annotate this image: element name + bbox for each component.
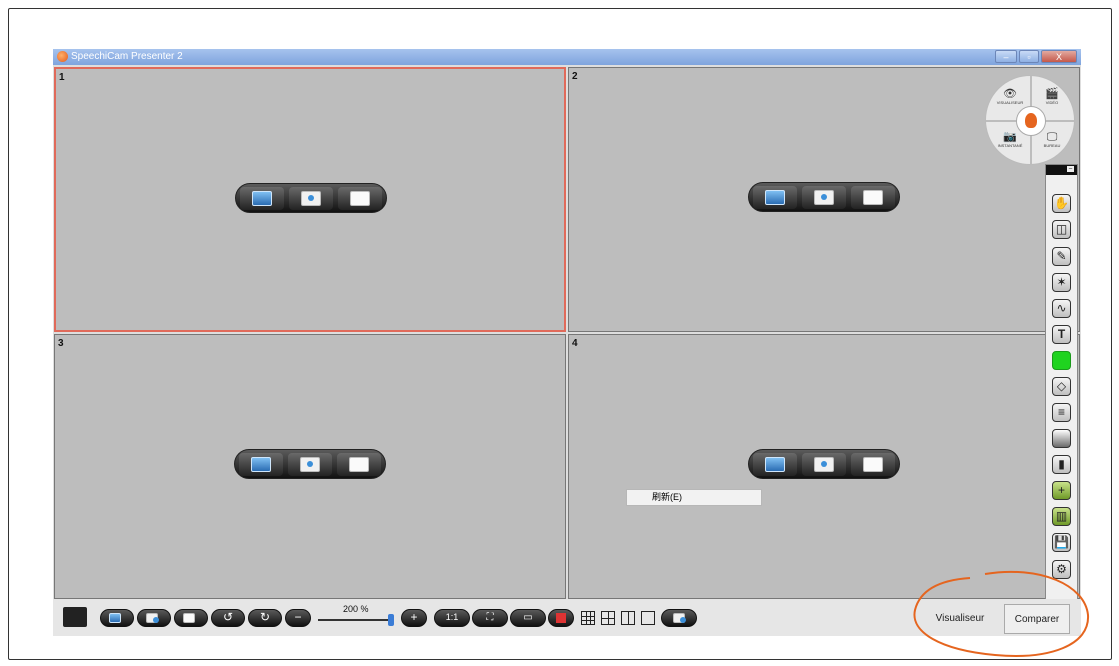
camera-icon	[814, 457, 834, 472]
capture-toolbar	[748, 182, 900, 212]
rotate-right-button[interactable]: ↻	[248, 609, 282, 627]
freeze-button[interactable]	[548, 609, 574, 627]
mode-visualiseur[interactable]: 👁 VISUALISEUR	[990, 88, 1030, 105]
monitor-icon: 🖵	[1046, 131, 1058, 143]
tab-visualiseur[interactable]: Visualiseur	[923, 604, 997, 634]
open-folder-button[interactable]	[338, 187, 382, 210]
add-page-button[interactable]: +	[1052, 481, 1071, 500]
delete-button[interactable]: ▮	[1052, 455, 1071, 474]
live-view-button[interactable]	[240, 187, 284, 210]
pane-number: 4	[572, 338, 578, 349]
laser-pointer-button[interactable]: ✎	[1052, 247, 1071, 266]
freehand-pen-button[interactable]: ∿	[1052, 299, 1071, 318]
eye-icon: 👁	[1003, 88, 1017, 100]
camera-icon	[146, 613, 159, 623]
pane-number: 1	[59, 72, 65, 83]
zoom-slider-track[interactable]	[318, 619, 390, 621]
line-width-button[interactable]: ≡	[1052, 403, 1071, 422]
open-folder-button[interactable]	[851, 186, 895, 209]
title-bar: SpeechiCam Presenter 2 – ▫ X	[53, 49, 1081, 65]
restore-button[interactable]: ▫	[1019, 50, 1039, 63]
screen-icon	[765, 190, 785, 205]
open-folder-button[interactable]	[337, 453, 381, 476]
pane-number: 2	[572, 71, 578, 82]
snapshot-button[interactable]	[289, 187, 333, 210]
actual-size-button[interactable]: 1:1	[434, 609, 470, 627]
snapshot-button[interactable]	[288, 453, 332, 476]
zoom-label: 200 %	[343, 604, 369, 614]
window-title: SpeechiCam Presenter 2	[71, 51, 183, 62]
open-folder-button[interactable]	[174, 609, 208, 627]
app-window: SpeechiCam Presenter 2 – ▫ X 1 2 3 4 刷新(…	[53, 49, 1081, 636]
context-menu-refresh[interactable]: 刷新(E)	[652, 492, 682, 502]
minimize-button[interactable]: –	[995, 50, 1017, 63]
camera-icon	[300, 457, 320, 472]
screen-icon	[252, 191, 272, 206]
snapshot-button[interactable]	[802, 453, 846, 476]
folder-icon	[183, 613, 195, 623]
mode-instantane[interactable]: 📷 INSTANTANÉ	[990, 131, 1030, 148]
camera-pane-4[interactable]: 4	[568, 334, 1080, 599]
camera-icon	[814, 190, 834, 205]
tab-comparer[interactable]: Comparer	[1004, 604, 1070, 634]
collapse-panel-button[interactable]: –	[1067, 166, 1074, 172]
app-logo-icon	[57, 51, 68, 62]
folder-icon[interactable]	[63, 607, 87, 627]
shapes-tool-button[interactable]: ◇	[1052, 377, 1071, 396]
live-view-button[interactable]	[239, 453, 283, 476]
fullscreen-button[interactable]: ▭	[510, 609, 546, 627]
camera-icon	[673, 613, 686, 623]
capture-toolbar	[234, 449, 386, 479]
settings-button[interactable]: ⚙	[1052, 560, 1071, 579]
screen-icon	[109, 613, 121, 623]
camera-pane-3[interactable]: 3	[54, 334, 566, 599]
grid-1-layout-icon[interactable]	[641, 611, 655, 625]
grid-9-layout-icon[interactable]	[581, 611, 595, 625]
panel-header: –	[1046, 165, 1077, 175]
mode-video[interactable]: 🎬 VIDÉO	[1032, 88, 1072, 105]
live-view-button[interactable]	[753, 453, 797, 476]
camera-pane-1[interactable]: 1	[54, 67, 566, 332]
capture-toolbar	[748, 449, 900, 479]
pane-number: 3	[58, 338, 64, 349]
context-menu: 刷新(E)	[626, 489, 762, 506]
freeze-icon	[556, 613, 566, 623]
page-list-button[interactable]: ▥	[1052, 507, 1071, 526]
zoom-out-button[interactable]: −	[285, 609, 311, 627]
hand-tool-button[interactable]: ✋	[1052, 194, 1071, 213]
folder-icon	[349, 457, 369, 472]
screen-icon	[765, 457, 785, 472]
camera-icon	[301, 191, 321, 206]
eraser-button[interactable]	[1052, 429, 1071, 448]
folder-icon	[863, 457, 883, 472]
snapshot-button[interactable]	[802, 186, 846, 209]
live-view-button[interactable]	[100, 609, 134, 627]
zoom-in-button[interactable]: +	[401, 609, 427, 627]
mode-wheel: 👁 VISUALISEUR 🎬 VIDÉO 📷 INSTANTANÉ 🖵 BUREAU	[985, 75, 1075, 165]
camera-icon: 📷	[1003, 131, 1017, 143]
mode-bureau[interactable]: 🖵 BUREAU	[1032, 131, 1072, 148]
zoom-slider-handle[interactable]	[388, 614, 394, 626]
clapperboard-icon: 🎬	[1045, 88, 1059, 100]
grid-2-layout-icon[interactable]	[621, 611, 635, 625]
folder-icon	[863, 190, 883, 205]
save-button[interactable]: 💾	[1052, 533, 1071, 552]
close-button[interactable]: X	[1041, 50, 1077, 63]
fit-to-window-button[interactable]: ⛶	[472, 609, 508, 627]
capture-button[interactable]	[661, 609, 697, 627]
drawing-tools-panel: – ✋ ◫ ✎ ✶ ∿ T ◇ ≡ ▮ + ▥ 💾 ⚙	[1045, 164, 1078, 604]
select-tool-button[interactable]: ◫	[1052, 220, 1071, 239]
grid-4-layout-icon[interactable]	[601, 611, 615, 625]
capture-toolbar	[235, 183, 387, 213]
rotate-left-button[interactable]: ↺	[211, 609, 245, 627]
screen-icon	[251, 457, 271, 472]
text-tool-button[interactable]: T	[1052, 325, 1071, 344]
folder-icon	[350, 191, 370, 206]
live-view-button[interactable]	[753, 186, 797, 209]
snapshot-button[interactable]	[137, 609, 171, 627]
magic-wand-button[interactable]: ✶	[1052, 273, 1071, 292]
open-folder-button[interactable]	[851, 453, 895, 476]
color-picker-button[interactable]	[1052, 351, 1071, 370]
